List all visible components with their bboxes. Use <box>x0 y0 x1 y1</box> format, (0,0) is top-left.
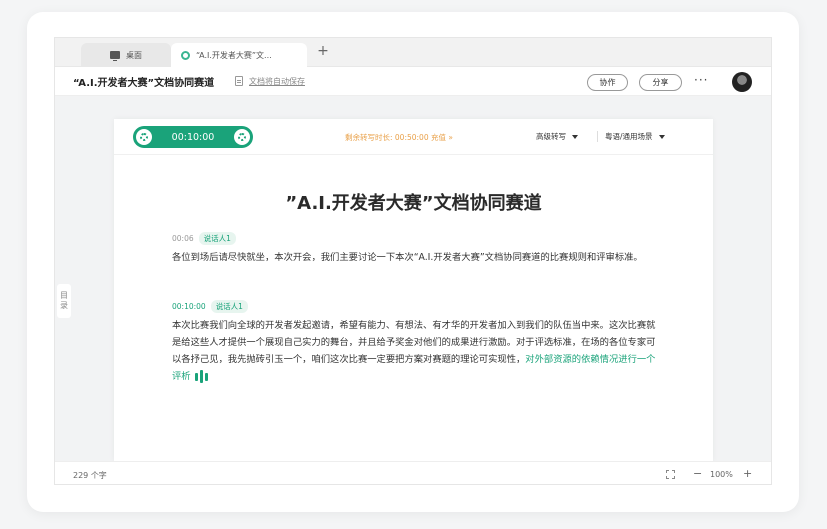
scroll-to-top-button[interactable] <box>736 484 752 485</box>
document-title: “A.I.开发者大赛”文档协同赛道 <box>73 77 215 89</box>
speaker-badge[interactable]: 说话人1 <box>198 231 236 245</box>
app-logo-icon <box>181 50 190 60</box>
avatar[interactable] <box>732 72 752 92</box>
dropdown-label: 高级转写 <box>536 132 566 141</box>
stop-record-button[interactable] <box>234 129 250 145</box>
app-window: 桌面 “A.I.开发者大赛”文... + “A.I.开发者大赛”文档协同赛道 文… <box>54 37 772 485</box>
advanced-transcribe-dropdown[interactable]: 高级转写 <box>536 131 578 142</box>
outline-label: 录 <box>60 301 68 310</box>
transcript-paragraph[interactable]: 00:10:00 说话人1 本次比赛我们向全球的开发者发起邀请，希望有能力、有想… <box>172 299 662 385</box>
record-icon <box>140 133 148 141</box>
page-title[interactable]: ”A.I.开发者大赛”文档协同赛道 <box>114 189 713 215</box>
new-tab-button[interactable]: + <box>316 43 330 59</box>
caret-down-icon <box>658 135 665 139</box>
scene-dropdown[interactable]: 粤语/通用场景 <box>605 131 665 142</box>
tab-desktop[interactable]: 桌面 <box>81 43 171 67</box>
zoom-in-button[interactable]: + <box>743 467 752 480</box>
document-icon <box>235 76 243 86</box>
pause-record-button[interactable] <box>136 129 152 145</box>
autosave-text[interactable]: 文档将自动保存 <box>249 76 305 87</box>
tab-document[interactable]: “A.I.开发者大赛”文... <box>171 43 307 67</box>
paragraph-text[interactable]: 本次比赛我们向全球的开发者发起邀请，希望有能力、有想法、有才华的开发者加入到我们… <box>172 317 662 385</box>
recording-timer: 00:10:00 <box>133 126 253 148</box>
collaborate-button[interactable]: 协作 <box>587 74 628 91</box>
zoom-level: 100% <box>710 470 733 479</box>
recorder-toolbar: 00:10:00 剩余转写时长: 00:50:00 充值 » 高级转写 粤语/通… <box>114 119 713 155</box>
divider <box>597 131 598 142</box>
timer-text: 00:10:00 <box>171 131 215 143</box>
transcript-paragraph[interactable]: 00:06 说话人1 各位到场后请尽快就坐，本次开会，我们主要讨论一下本次“A.… <box>172 231 662 266</box>
timestamp: 00:10:00 <box>172 301 206 311</box>
document-header: “A.I.开发者大赛”文档协同赛道 文档将自动保存 协作 分享 ··· <box>55 67 771 96</box>
outline-toggle[interactable]: 目 录 <box>57 284 71 318</box>
autosave-status: 文档将自动保存 <box>235 76 305 87</box>
remaining-time[interactable]: 剩余转写时长: 00:50:00 充值 » <box>345 132 453 143</box>
share-button[interactable]: 分享 <box>639 74 682 91</box>
word-count: 229 个字 <box>73 471 107 480</box>
document-page: 00:10:00 剩余转写时长: 00:50:00 充值 » 高级转写 粤语/通… <box>114 119 713 461</box>
paragraph-meta: 00:10:00 说话人1 <box>172 299 662 313</box>
stop-icon <box>238 133 246 141</box>
tab-label: 桌面 <box>126 50 142 60</box>
monitor-icon <box>110 51 120 61</box>
speaker-badge[interactable]: 说话人1 <box>210 299 248 313</box>
paragraph-text[interactable]: 各位到场后请尽快就坐，本次开会，我们主要讨论一下本次“A.I.开发者大赛”文档协… <box>172 249 662 266</box>
audio-wave-icon <box>194 368 210 385</box>
tab-label: “A.I.开发者大赛”文... <box>196 50 272 60</box>
caret-down-icon <box>572 135 578 139</box>
outline-label: 目 <box>60 291 68 300</box>
zoom-out-button[interactable]: − <box>693 467 702 480</box>
editor-canvas: 目 录 00:10:00 剩余转写时长: 00:50:00 充值 » 高级转写 … <box>55 96 771 461</box>
tab-bar: 桌面 “A.I.开发者大赛”文... + <box>55 38 771 67</box>
paragraph-meta: 00:06 说话人1 <box>172 231 662 245</box>
fullscreen-icon[interactable] <box>666 470 675 479</box>
dropdown-label: 粤语/通用场景 <box>605 132 653 141</box>
status-bar: 229 个字 − 100% + <box>55 461 771 484</box>
more-options-icon[interactable]: ··· <box>694 73 708 87</box>
timestamp: 00:06 <box>172 233 194 243</box>
